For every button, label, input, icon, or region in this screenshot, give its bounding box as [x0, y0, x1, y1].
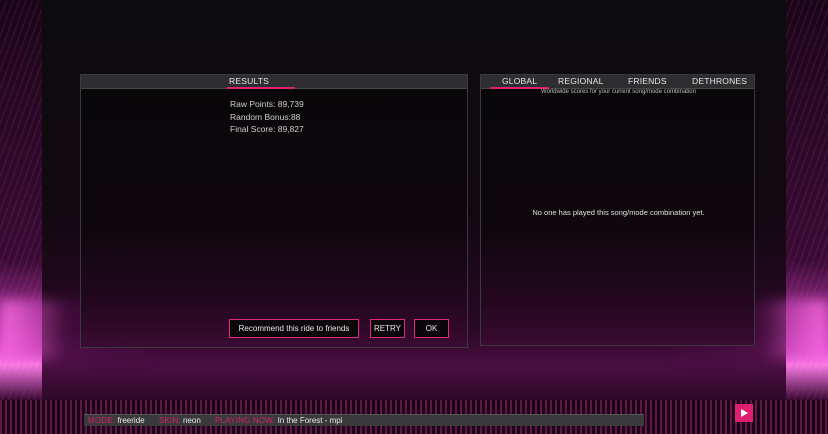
play-button[interactable]: [735, 404, 753, 422]
status-bar: MODE: freeride SKIN: neon PLAYING NOW: I…: [84, 414, 644, 426]
play-icon: [741, 409, 748, 417]
ok-button[interactable]: OK: [414, 319, 449, 338]
skin-value: neon: [182, 416, 201, 425]
retry-button[interactable]: RETRY: [370, 319, 405, 338]
results-panel: RESULTS Raw Points: 89,739 Random Bonus:…: [80, 74, 468, 348]
tab-regional[interactable]: REGIONAL: [558, 76, 604, 86]
results-tabbar: RESULTS: [81, 75, 467, 89]
raw-points: Raw Points: 89,739: [230, 99, 304, 109]
score-breakdown: Raw Points: 89,739 Random Bonus:88 Final…: [230, 98, 304, 136]
mode-value: freeride: [117, 416, 145, 425]
playing-now-value: In the Forest - mpi: [277, 416, 343, 425]
leaderboard-panel: GLOBAL REGIONAL FRIENDS DETHRONES Worldw…: [480, 74, 755, 346]
leaderboard-empty-message: No one has played this song/mode combina…: [532, 208, 705, 217]
background-left-streaks: [0, 0, 42, 434]
random-bonus: Random Bonus:88: [230, 111, 301, 122]
tab-results[interactable]: RESULTS: [227, 76, 295, 89]
mode-label: MODE:: [88, 416, 116, 425]
tab-friends[interactable]: FRIENDS: [628, 76, 667, 86]
skin-label: SKIN:: [158, 416, 181, 425]
playing-now-label: PLAYING NOW:: [215, 416, 276, 425]
tab-global[interactable]: GLOBAL: [489, 76, 550, 89]
recommend-button[interactable]: Recommend this ride to friends: [229, 319, 359, 338]
leaderboard-tabbar: GLOBAL REGIONAL FRIENDS DETHRONES: [481, 75, 754, 89]
leaderboard-subtitle: Worldwide scores for your current song/m…: [541, 89, 696, 95]
final-score: Final Score: 89,827: [230, 124, 304, 134]
background-right-streaks: [786, 0, 828, 434]
tab-dethrones[interactable]: DETHRONES: [692, 76, 747, 86]
